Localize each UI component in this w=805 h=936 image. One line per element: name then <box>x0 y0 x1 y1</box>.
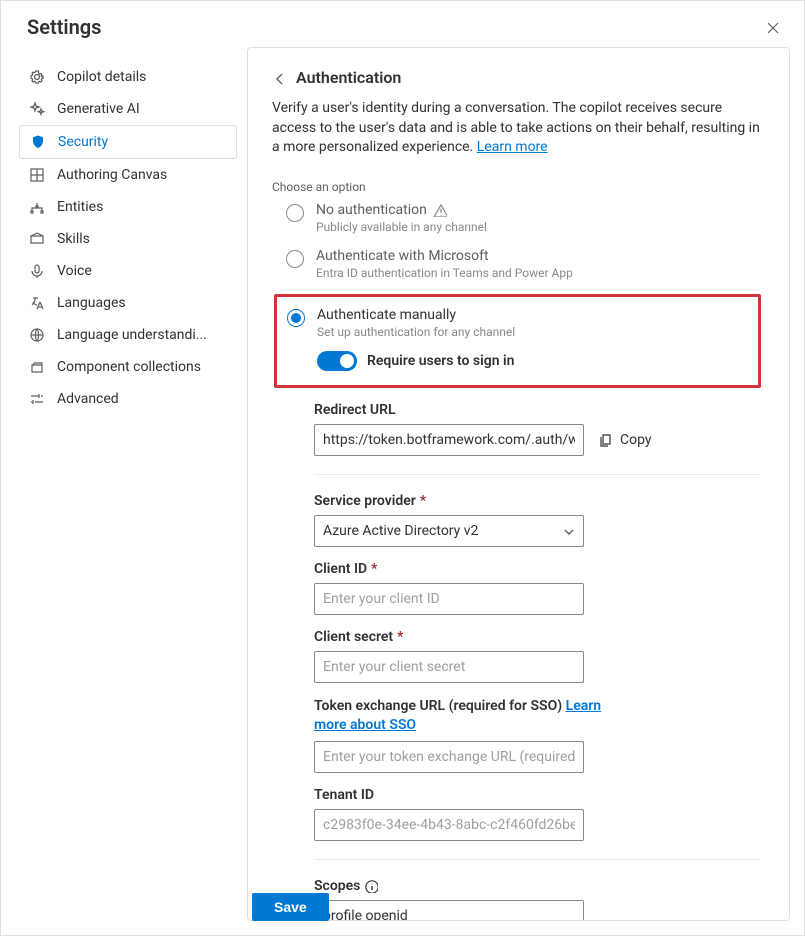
service-provider-select[interactable]: Azure Active Directory v2 <box>314 515 584 547</box>
sidebar-item-label: Voice <box>57 263 92 279</box>
translate-icon <box>29 295 45 311</box>
sidebar-item-skills[interactable]: Skills <box>19 223 237 255</box>
sidebar-item-language-understanding[interactable]: Language understandi... <box>19 319 237 351</box>
redirect-url-label: Redirect URL <box>314 402 761 418</box>
scopes-input[interactable] <box>314 900 584 921</box>
token-exchange-label: Token exchange URL (required for SSO) <box>314 698 566 714</box>
tenant-id-input <box>314 809 584 841</box>
auth-options: No authentication Publicly available in … <box>272 202 761 921</box>
sidebar-item-label: Security <box>58 134 108 150</box>
service-provider-label: Service provider <box>314 493 416 509</box>
sidebar-item-component-collections[interactable]: Component collections <box>19 351 237 383</box>
option-title: Authenticate manually <box>317 307 456 323</box>
learn-more-link[interactable]: Learn more <box>477 139 548 155</box>
sparkle-icon <box>29 101 45 117</box>
copy-redirect-url-button[interactable]: Copy <box>598 432 652 448</box>
radio-input[interactable] <box>287 309 305 327</box>
sidebar-item-label: Copilot details <box>57 69 146 85</box>
sidebar-item-security[interactable]: Security <box>19 125 237 159</box>
highlight-manual-auth: Authenticate manually Set up authenticat… <box>274 294 761 388</box>
close-icon <box>765 20 779 34</box>
choose-option-label: Choose an option <box>272 180 761 194</box>
chevron-left-icon <box>272 71 286 85</box>
page-title: Settings <box>27 15 101 39</box>
gear-icon <box>29 69 45 85</box>
sidebar-item-generative-ai[interactable]: Generative AI <box>19 93 237 125</box>
sliders-icon <box>29 391 45 407</box>
back-button[interactable] <box>272 71 286 85</box>
sidebar-item-copilot-details[interactable]: Copilot details <box>19 61 237 93</box>
toggle-label: Require users to sign in <box>367 353 514 369</box>
radio-input[interactable] <box>286 204 304 222</box>
client-secret-label: Client secret <box>314 629 393 645</box>
sidebar-item-label: Skills <box>57 231 90 247</box>
radio-input[interactable] <box>286 250 304 268</box>
sidebar-item-voice[interactable]: Voice <box>19 255 237 287</box>
sidebar-item-label: Language understandi... <box>57 327 207 343</box>
chevron-down-icon <box>561 524 575 538</box>
scopes-label: Scopes <box>314 878 360 894</box>
client-secret-input[interactable] <box>314 651 584 683</box>
sidebar-item-label: Languages <box>57 295 126 311</box>
sidebar-item-label: Component collections <box>57 359 201 375</box>
option-subtitle: Entra ID authentication in Teams and Pow… <box>316 266 573 280</box>
option-no-auth[interactable]: No authentication Publicly available in … <box>286 202 761 234</box>
client-id-input[interactable] <box>314 583 584 615</box>
copy-icon <box>598 432 614 448</box>
option-auth-manual[interactable]: Authenticate manually Set up authenticat… <box>287 307 744 339</box>
sidebar-item-label: Authoring Canvas <box>57 167 167 183</box>
option-subtitle: Set up authentication for any channel <box>317 325 515 339</box>
option-title: Authenticate with Microsoft <box>316 248 489 264</box>
microphone-icon <box>29 263 45 279</box>
option-title: No authentication <box>316 202 427 218</box>
warning-icon <box>433 203 447 217</box>
shield-icon <box>30 134 46 150</box>
globe-icon <box>29 327 45 343</box>
sidebar-item-authoring-canvas[interactable]: Authoring Canvas <box>19 159 237 191</box>
settings-panel: Authentication Verify a user's identity … <box>247 47 790 921</box>
client-id-label: Client ID <box>314 561 367 577</box>
sidebar-item-entities[interactable]: Entities <box>19 191 237 223</box>
panel-description: Verify a user's identity during a conver… <box>272 99 761 158</box>
settings-sidebar: Copilot details Generative AI Security A… <box>15 47 247 921</box>
sidebar-item-label: Generative AI <box>57 101 140 117</box>
sidebar-item-label: Advanced <box>57 391 119 407</box>
collection-icon <box>29 359 45 375</box>
sidebar-item-advanced[interactable]: Advanced <box>19 383 237 415</box>
redirect-url-input[interactable] <box>314 424 584 456</box>
sidebar-item-languages[interactable]: Languages <box>19 287 237 319</box>
close-button[interactable] <box>760 15 784 39</box>
hierarchy-icon <box>29 199 45 215</box>
toolbox-icon <box>29 231 45 247</box>
info-icon[interactable] <box>364 879 378 893</box>
tenant-id-label: Tenant ID <box>314 787 761 803</box>
require-signin-toggle[interactable] <box>317 351 357 371</box>
panel-title: Authentication <box>296 68 401 87</box>
sidebar-item-label: Entities <box>57 199 103 215</box>
option-auth-microsoft[interactable]: Authenticate with Microsoft Entra ID aut… <box>286 248 761 280</box>
grid-icon <box>29 167 45 183</box>
token-exchange-input[interactable] <box>314 741 584 773</box>
save-button[interactable]: Save <box>252 893 329 921</box>
option-subtitle: Publicly available in any channel <box>316 220 487 234</box>
